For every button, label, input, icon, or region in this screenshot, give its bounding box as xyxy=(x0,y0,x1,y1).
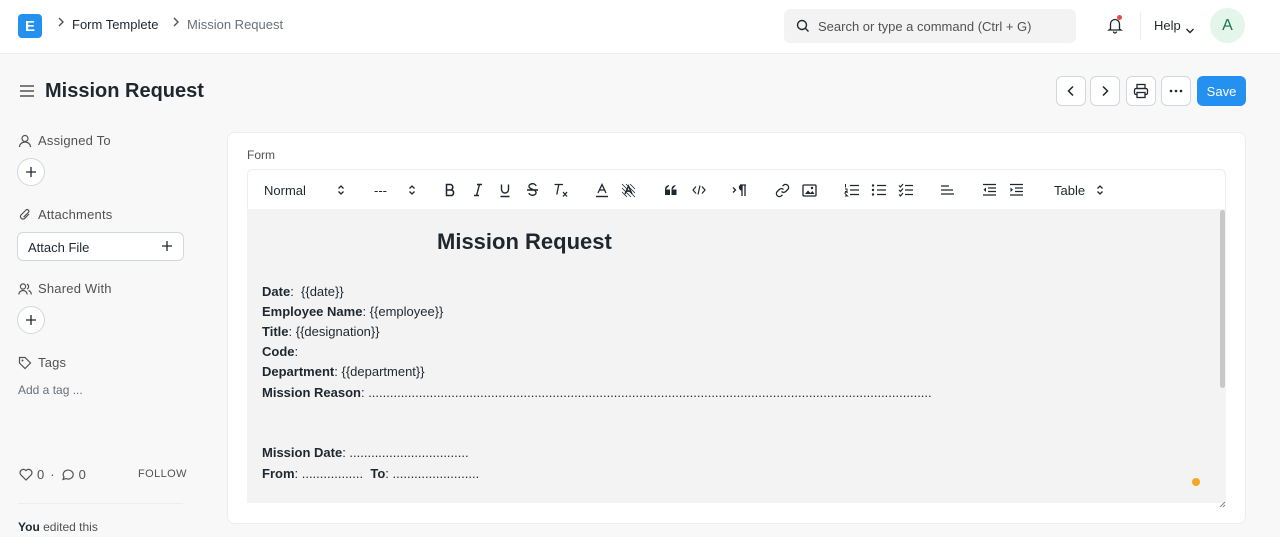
background-color-icon[interactable] xyxy=(621,170,636,210)
title-line: Title: {{designation}} xyxy=(262,324,380,339)
print-button[interactable] xyxy=(1126,76,1156,106)
align-left-icon[interactable] xyxy=(940,170,955,210)
indent-icon[interactable] xyxy=(1009,170,1024,210)
search-bar[interactable] xyxy=(784,9,1076,43)
assigned-to-label: Assigned To xyxy=(18,133,111,148)
attachments-label: Attachments xyxy=(18,207,112,222)
breadcrumb-separator-icon xyxy=(56,16,66,31)
app-logo[interactable]: E xyxy=(18,14,42,38)
follow-button[interactable]: FOLLOW xyxy=(138,468,187,480)
bold-icon[interactable] xyxy=(444,170,456,210)
add-assignee-button[interactable] xyxy=(17,158,45,186)
nav-divider xyxy=(1140,12,1141,40)
font-size-select[interactable]: --- xyxy=(374,170,387,210)
comment-icon[interactable] xyxy=(61,468,75,481)
users-icon xyxy=(18,282,32,295)
breadcrumb-form-templete[interactable]: Form Templete xyxy=(72,17,158,32)
select-arrows-icon xyxy=(408,170,416,210)
tags-label: Tags xyxy=(18,355,66,370)
strikethrough-icon[interactable] xyxy=(526,170,539,210)
printer-icon xyxy=(1133,83,1149,99)
attach-file-label: Attach File xyxy=(28,240,90,255)
italic-icon[interactable] xyxy=(472,170,484,210)
notification-dot xyxy=(1117,15,1122,20)
outdent-icon[interactable] xyxy=(982,170,997,210)
tag-icon xyxy=(18,356,32,369)
plus-icon xyxy=(26,167,36,177)
editor-toolbar: Normal --- Table xyxy=(247,169,1226,209)
select-arrows-icon xyxy=(337,170,345,210)
sidebar-toggle-icon[interactable] xyxy=(19,84,35,103)
notification-bell-icon[interactable] xyxy=(1106,16,1124,39)
chevron-right-icon xyxy=(1102,85,1109,97)
comment-count: 0 xyxy=(78,467,86,482)
plus-icon xyxy=(161,240,173,255)
search-input[interactable] xyxy=(818,9,1068,43)
navbar: E Form Templete Mission Request Help A xyxy=(0,0,1280,54)
paragraph-style-select[interactable]: Normal xyxy=(264,170,306,210)
checklist-icon[interactable] xyxy=(898,170,914,210)
help-menu[interactable]: Help xyxy=(1154,18,1181,33)
breadcrumb-separator-icon xyxy=(171,16,181,31)
heart-icon[interactable] xyxy=(19,468,33,481)
blockquote-icon[interactable] xyxy=(664,170,678,210)
chevron-down-icon xyxy=(1185,22,1195,40)
activity-user: You xyxy=(18,520,40,534)
search-icon xyxy=(796,19,810,38)
next-button[interactable] xyxy=(1090,76,1120,106)
chevron-left-icon xyxy=(1067,85,1074,97)
code-icon[interactable] xyxy=(692,170,706,210)
like-count: 0 xyxy=(37,467,45,482)
previous-button[interactable] xyxy=(1056,76,1086,106)
activity-entry: You edited this xyxy=(18,520,98,534)
select-arrows-icon xyxy=(1096,170,1104,210)
link-icon[interactable] xyxy=(775,170,790,210)
text-direction-icon[interactable] xyxy=(732,170,748,210)
activity-text: edited this xyxy=(39,520,98,534)
resize-handle-icon[interactable] xyxy=(1219,495,1226,513)
sidebar-divider xyxy=(18,503,183,504)
ordered-list-icon[interactable] xyxy=(844,170,860,210)
employee-name-line: Employee Name: {{employee}} xyxy=(262,304,444,319)
avatar[interactable]: A xyxy=(1210,8,1245,43)
editor-scrollbar-thumb[interactable] xyxy=(1220,210,1225,388)
underline-icon[interactable] xyxy=(499,170,511,210)
department-line: Department: {{department}} xyxy=(262,364,425,379)
likes-comments: 0 · 0 xyxy=(19,467,86,482)
document-heading: Mission Request xyxy=(437,229,612,254)
image-icon[interactable] xyxy=(802,170,817,210)
page-title: Mission Request xyxy=(45,80,204,102)
save-button[interactable]: Save xyxy=(1197,76,1246,106)
clear-formatting-icon[interactable] xyxy=(553,170,569,210)
plus-icon xyxy=(26,315,36,325)
code-line: Code: xyxy=(262,344,299,359)
mission-date-line: Mission Date: ..........................… xyxy=(262,445,469,460)
bullet-list-icon[interactable] xyxy=(871,170,887,210)
paperclip-icon xyxy=(19,208,30,220)
mission-reason-line: Mission Reason: ........................… xyxy=(262,385,932,400)
separator-dot: · xyxy=(50,467,55,482)
status-indicator-dot xyxy=(1192,478,1200,486)
ellipsis-icon xyxy=(1169,89,1183,93)
shared-with-label: Shared With xyxy=(18,281,112,296)
attach-file-button[interactable]: Attach File xyxy=(17,232,184,261)
user-icon xyxy=(18,134,32,147)
from-to-line: From: ................. To: ............… xyxy=(262,466,480,481)
add-share-button[interactable] xyxy=(17,306,45,334)
more-options-button[interactable] xyxy=(1161,76,1191,106)
table-select[interactable]: Table xyxy=(1054,170,1085,210)
date-line: Date: {{date}} xyxy=(262,284,344,299)
form-field-label: Form xyxy=(247,148,275,162)
breadcrumb-mission-request[interactable]: Mission Request xyxy=(187,17,283,32)
add-tag-link[interactable]: Add a tag ... xyxy=(18,383,83,397)
font-color-icon[interactable] xyxy=(595,170,609,210)
